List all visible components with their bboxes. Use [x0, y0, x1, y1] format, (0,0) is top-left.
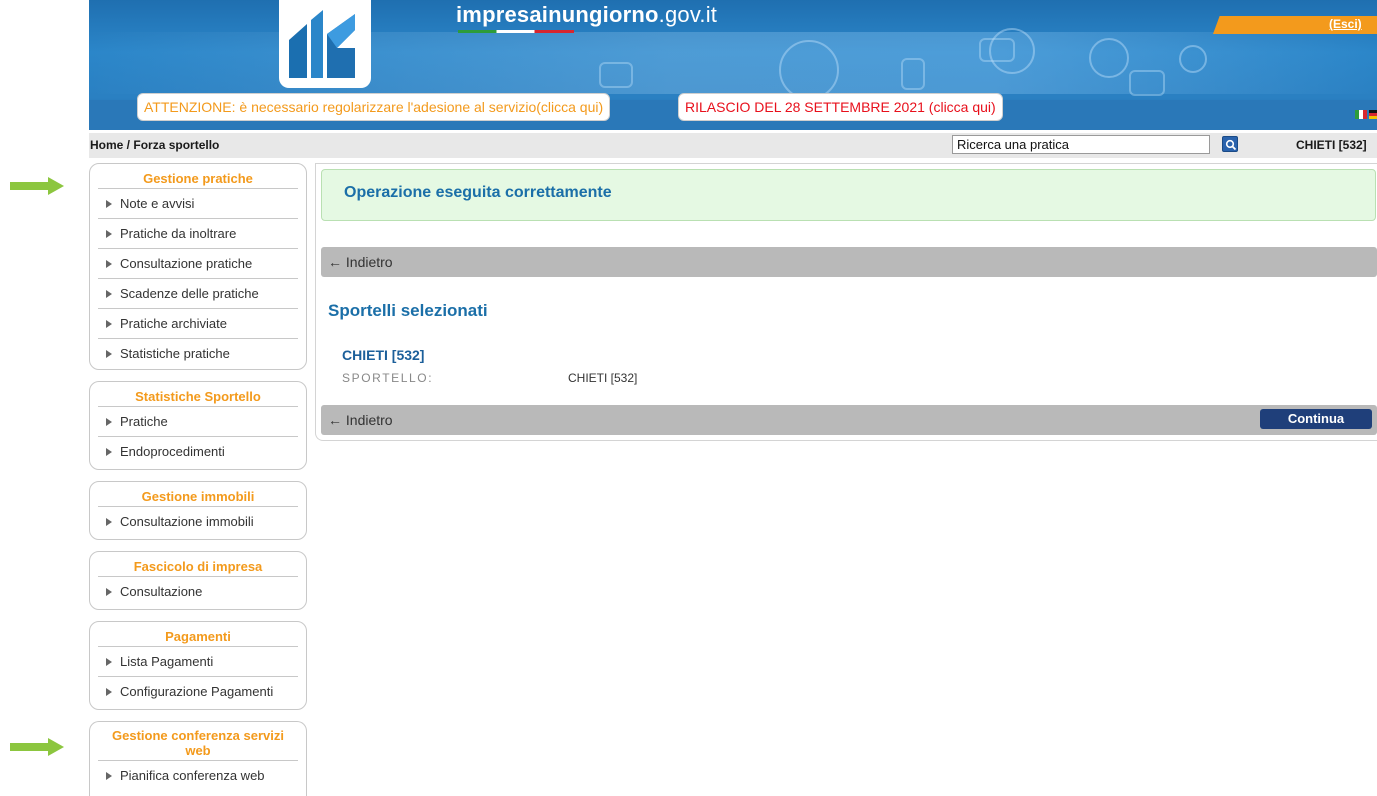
menu-item-label: Note e avvisi: [120, 196, 195, 211]
menu-item-label: Scadenze delle pratiche: [120, 286, 259, 301]
menu-item-label: Pratiche: [120, 414, 168, 429]
bullet-triangle-icon: [106, 230, 112, 238]
decorative-box-icon: [1129, 70, 1165, 96]
bullet-triangle-icon: [106, 658, 112, 666]
menu-title: Pagamenti: [165, 629, 231, 644]
bullet-triangle-icon: [106, 448, 112, 456]
menu-item-statistiche-pratiche[interactable]: Statistiche pratiche: [98, 339, 298, 369]
menu-item-label: Consultazione: [120, 584, 203, 599]
logout-link[interactable]: (Esci): [1329, 17, 1362, 31]
menu-item-label: Consultazione immobili: [120, 514, 254, 529]
back-link[interactable]: ← Indietro: [328, 412, 393, 428]
menu-gestione-immobili: Gestione immobili Consultazione immobili: [89, 481, 307, 540]
bullet-triangle-icon: [106, 200, 112, 208]
bullet-triangle-icon: [106, 350, 112, 358]
menu-item-label: Pratiche da inoltrare: [120, 226, 237, 241]
breadcrumb-current: Forza sportello: [133, 138, 220, 152]
menu-title: Statistiche Sportello: [135, 389, 261, 404]
menu-conferenza-servizi: Gestione conferenza servizi web Pianific…: [89, 721, 307, 796]
bottom-action-bar: ← Indietro Continua: [321, 405, 1377, 435]
back-link[interactable]: ← Indietro: [328, 254, 393, 270]
menu-item-consultazione-immobili[interactable]: Consultazione immobili: [98, 507, 298, 537]
top-action-bar: ← Indietro: [321, 247, 1377, 277]
decorative-circle-icon: [1179, 45, 1207, 73]
site-logo[interactable]: [279, 0, 371, 88]
green-arrow-icon: [10, 177, 64, 195]
menu-item-pratiche[interactable]: Pratiche: [98, 407, 298, 437]
menu-item-consultazione-pratiche[interactable]: Consultazione pratiche: [98, 249, 298, 279]
site-title-domain: .gov.it: [658, 2, 718, 27]
bullet-triangle-icon: [106, 290, 112, 298]
menu-item-note-e-avvisi[interactable]: Note e avvisi: [98, 189, 298, 219]
decorative-circle-icon: [779, 40, 839, 100]
menu-item-pianifica-conferenza-web[interactable]: Pianifica conferenza web: [98, 761, 298, 791]
green-arrow-icon: [10, 738, 64, 756]
sportello-field-label: SPORTELLO:: [342, 371, 434, 385]
decorative-box-icon: [599, 62, 633, 88]
menu-title: Gestione immobili: [141, 489, 255, 504]
logo-graphic-icon: [289, 10, 355, 78]
bullet-triangle-icon: [106, 518, 112, 526]
menu-fascicolo-impresa: Fascicolo di impresa Consultazione: [89, 551, 307, 610]
italian-flag-bar: [458, 30, 574, 33]
menu-item-consultazione[interactable]: Consultazione: [98, 577, 298, 607]
menu-item-pratiche-da-inoltrare[interactable]: Pratiche da inoltrare: [98, 219, 298, 249]
menu-item-pratiche-archiviate[interactable]: Pratiche archiviate: [98, 309, 298, 339]
menu-title: Gestione conferenza servizi web: [112, 728, 284, 758]
alert-regolarizzare-link[interactable]: ATTENZIONE: è necessario regolarizzare l…: [137, 93, 611, 121]
bullet-triangle-icon: [106, 320, 112, 328]
menu-item-label: Lista Pagamenti: [120, 654, 214, 669]
alert-rilascio-link[interactable]: RILASCIO DEL 28 SETTEMBRE 2021 (clicca q…: [678, 93, 1003, 121]
menu-item-label: Configurazione Pagamenti: [120, 684, 274, 699]
menu-item-label: Pianifica conferenza web: [120, 768, 265, 783]
site-title[interactable]: impresainungiorno.gov.it: [456, 2, 717, 28]
breadcrumb: Home / Forza sportello: [90, 138, 219, 152]
menu-item-label: Endoprocedimenti: [120, 444, 225, 459]
decorative-circle-icon: [1089, 38, 1129, 78]
menu-title: Gestione pratiche: [143, 171, 253, 186]
envelope-icon: [979, 38, 1015, 62]
breadcrumb-separator: /: [123, 138, 134, 152]
menu-item-lista-pagamenti[interactable]: Lista Pagamenti: [98, 647, 298, 677]
continue-button[interactable]: Continua: [1260, 409, 1372, 429]
search-icon: [1225, 139, 1237, 151]
menu-item-label: Consultazione pratiche: [120, 256, 253, 271]
language-flags-icon[interactable]: [1355, 110, 1377, 119]
bullet-triangle-icon: [106, 688, 112, 696]
menu-item-configurazione-pagamenti[interactable]: Configurazione Pagamenti: [98, 677, 298, 707]
breadcrumb-home-link[interactable]: Home: [90, 138, 123, 152]
bullet-triangle-icon: [106, 588, 112, 596]
site-title-bold: impresainungiorno: [456, 2, 659, 27]
menu-title: Fascicolo di impresa: [133, 559, 263, 574]
current-sportello: CHIETI [532]: [1296, 138, 1367, 152]
sportello-field-value: CHIETI [532]: [568, 371, 638, 385]
success-message: Operazione eseguita correttamente: [344, 184, 612, 201]
bullet-triangle-icon: [106, 772, 112, 780]
menu-item-label: Pratiche archiviate: [120, 316, 227, 331]
menu-item-label: Statistiche pratiche: [120, 346, 230, 361]
decorative-box-icon: [901, 58, 925, 90]
success-message-box: Operazione eseguita correttamente: [321, 169, 1376, 221]
menu-statistiche-sportello: Statistiche Sportello Pratiche Endoproce…: [89, 381, 307, 470]
search-button[interactable]: [1222, 136, 1238, 152]
bullet-triangle-icon: [106, 418, 112, 426]
site-header: impresainungiorno.gov.it (Esci) ATTENZIO…: [89, 0, 1377, 130]
menu-item-scadenze-pratiche[interactable]: Scadenze delle pratiche: [98, 279, 298, 309]
sportello-name: CHIETI [532]: [342, 347, 425, 363]
menu-gestione-pratiche: Gestione pratiche Note e avvisi Pratiche…: [89, 163, 307, 370]
section-title: Sportelli selezionati: [328, 301, 488, 320]
breadcrumb-bar: Home / Forza sportello CHIETI [532]: [89, 133, 1377, 158]
bullet-triangle-icon: [106, 260, 112, 268]
search-input[interactable]: [952, 135, 1210, 154]
menu-pagamenti: Pagamenti Lista Pagamenti Configurazione…: [89, 621, 307, 710]
menu-item-endoprocedimenti[interactable]: Endoprocedimenti: [98, 437, 298, 467]
